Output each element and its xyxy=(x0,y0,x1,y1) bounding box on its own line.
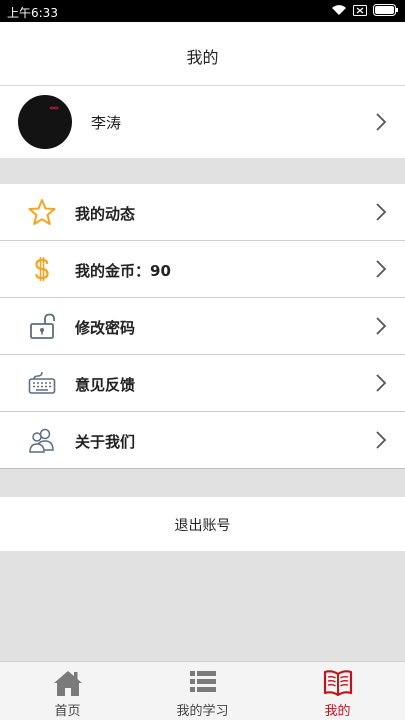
chevron-right-icon xyxy=(376,113,387,131)
status-icons xyxy=(331,4,399,16)
chevron-right-icon xyxy=(376,374,387,392)
chevron-right-icon xyxy=(376,317,387,335)
menu-label: 修改密码 xyxy=(75,319,136,337)
menu-label: 意见反馈 xyxy=(75,376,136,394)
users-icon xyxy=(29,428,54,453)
keyboard-icon xyxy=(28,371,56,394)
tab-bar: 首页 我的学习 我的 xyxy=(0,661,405,720)
menu-item-change-password[interactable]: 修改密码 xyxy=(0,298,405,355)
menu-item-about-us[interactable]: 关于我们 xyxy=(0,412,405,469)
tab-label: 我的学习 xyxy=(176,704,229,719)
menu-item-feedback[interactable]: 意见反馈 xyxy=(0,355,405,412)
home-icon xyxy=(53,671,82,696)
tab-label: 我的 xyxy=(324,704,351,719)
tab-label: 首页 xyxy=(54,704,81,719)
avatar-mark-icon xyxy=(49,106,59,110)
book-icon xyxy=(323,670,352,697)
profile-row[interactable]: 李涛 xyxy=(0,86,405,158)
unlock-icon xyxy=(30,313,55,339)
tab-mine[interactable]: 我的 xyxy=(270,662,405,720)
menu-label: 我的动态 xyxy=(75,205,136,223)
chevron-right-icon xyxy=(376,260,387,278)
status-bar: 上午6:33 xyxy=(0,0,405,22)
menu-label: 我的金币：90 xyxy=(75,262,171,280)
menu-list: 我的动态 我的金币：90 修改密码 意见反馈 关于我们 xyxy=(0,184,405,469)
menu-item-my-activity[interactable]: 我的动态 xyxy=(0,184,405,241)
logout-label: 退出账号 xyxy=(174,518,231,534)
dollar-icon xyxy=(35,257,49,281)
profile-name: 李涛 xyxy=(91,114,122,132)
chevron-right-icon xyxy=(376,203,387,221)
tab-my-learning[interactable]: 我的学习 xyxy=(135,662,270,720)
sim-icon xyxy=(353,4,367,16)
menu-item-my-coins[interactable]: 我的金币：90 xyxy=(0,241,405,298)
wifi-icon xyxy=(331,4,347,16)
status-time: 上午6:33 xyxy=(7,6,58,20)
list-icon xyxy=(189,671,216,692)
page-header: 我的 xyxy=(0,22,405,86)
page-title: 我的 xyxy=(186,48,219,67)
chevron-right-icon xyxy=(376,431,387,449)
avatar xyxy=(18,95,72,149)
tab-home[interactable]: 首页 xyxy=(0,662,135,720)
battery-icon xyxy=(373,4,399,16)
logout-button[interactable]: 退出账号 xyxy=(0,497,405,551)
star-icon xyxy=(28,199,56,225)
menu-label: 关于我们 xyxy=(75,433,136,451)
